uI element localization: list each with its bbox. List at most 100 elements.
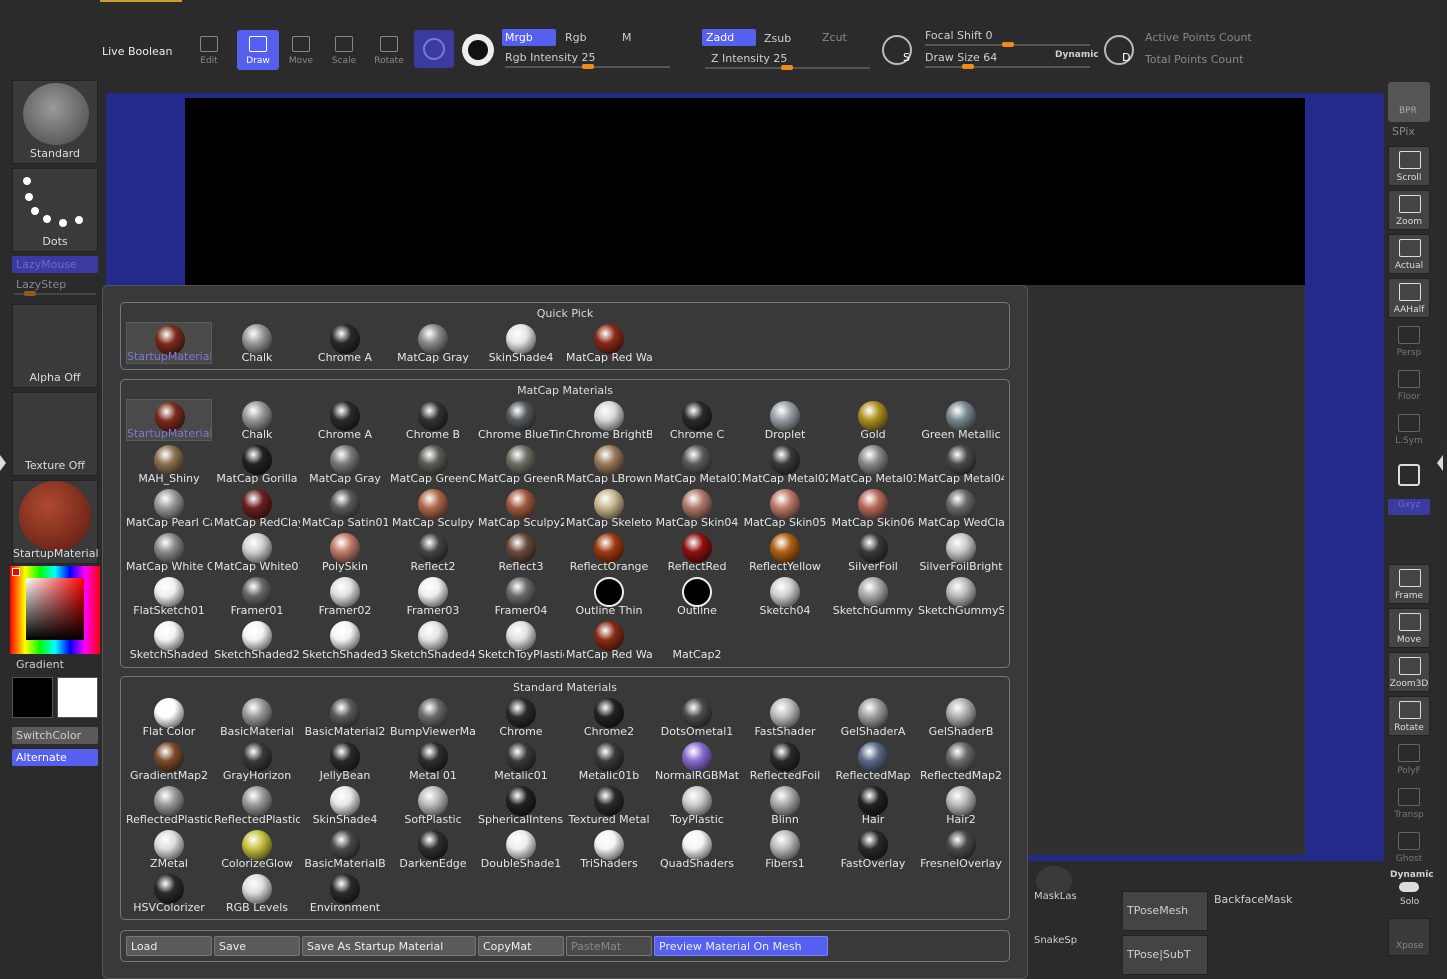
material-bumpviewermaterial[interactable]: BumpViewerMaterial (390, 696, 476, 738)
material-metalic01[interactable]: Metalic01 (478, 740, 564, 782)
material-matcap-sculpy2[interactable]: MatCap Sculpy2 (478, 487, 564, 529)
bpr-button[interactable]: BPR (1388, 82, 1430, 122)
material-matcap-skin04[interactable]: MatCap Skin04 (654, 487, 740, 529)
material-matcap-wedclay[interactable]: MatCap WedClay (918, 487, 1004, 529)
draw-size-slider[interactable] (925, 66, 1090, 68)
material-outline-thin[interactable]: Outline Thin (566, 575, 652, 617)
material-matcap2[interactable]: MatCap2 (654, 619, 740, 661)
right-zoom-button[interactable]: Zoom (1388, 190, 1430, 230)
lazystep-knob[interactable] (24, 291, 36, 296)
material-matcap-sculpy[interactable]: MatCap Sculpy (390, 487, 476, 529)
material-flatsketch01[interactable]: FlatSketch01 (126, 575, 212, 617)
tool-edit-button[interactable]: Edit (188, 30, 230, 70)
material-reflectedfoil[interactable]: ReflectedFoil (742, 740, 828, 782)
material-matcap-redclay[interactable]: MatCap RedClay (214, 487, 300, 529)
material-basicmaterialb[interactable]: BasicMaterialB (302, 828, 388, 870)
tool-move-button[interactable]: Move (280, 30, 322, 70)
texture-button[interactable]: Texture Off (12, 392, 98, 476)
dynamic-toggle[interactable]: Dynamic (1055, 50, 1099, 60)
popup-load-button[interactable]: Load (126, 936, 212, 956)
material-reflect3[interactable]: Reflect3 (478, 531, 564, 573)
material-blinn[interactable]: Blinn (742, 784, 828, 826)
material-matcap-skin05[interactable]: MatCap Skin05 (742, 487, 828, 529)
material-skinshade4[interactable]: SkinShade4 (478, 322, 564, 364)
material-hair[interactable]: Hair (830, 784, 916, 826)
material-sketchshaded2[interactable]: SketchShaded2 (214, 619, 300, 661)
material-reflectyellow[interactable]: ReflectYellow (742, 531, 828, 573)
material-chalk[interactable]: Chalk (214, 399, 300, 441)
popup-copymat-button[interactable]: CopyMat (478, 936, 564, 956)
material-polyskin[interactable]: PolySkin (302, 531, 388, 573)
material-grayhorizon[interactable]: GrayHorizon (214, 740, 300, 782)
material-reflectorange[interactable]: ReflectOrange (566, 531, 652, 573)
material-sketchgummyshade[interactable]: SketchGummyShade (918, 575, 1004, 617)
rgb-button[interactable]: Rgb (565, 31, 587, 44)
material-matcap-metal02[interactable]: MatCap Metal02 (742, 443, 828, 485)
material-sketchshaded4[interactable]: SketchShaded4 (390, 619, 476, 661)
right-rotate-button[interactable]: Rotate (1388, 696, 1430, 736)
material-skinshade4[interactable]: SkinShade4 (302, 784, 388, 826)
material-matcap-skin06[interactable]: MatCap Skin06 (830, 487, 916, 529)
right-ghost-button[interactable]: Ghost (1388, 828, 1430, 868)
material-matcap-white01[interactable]: MatCap White01 (214, 531, 300, 573)
material-framer01[interactable]: Framer01 (214, 575, 300, 617)
solo-toggle-icon[interactable] (1399, 882, 1419, 892)
stroke-button[interactable]: Dots (12, 168, 98, 252)
material-chalk[interactable]: Chalk (214, 322, 300, 364)
material-hair2[interactable]: Hair2 (918, 784, 1004, 826)
color-picker-square[interactable] (26, 578, 84, 640)
material-framer02[interactable]: Framer02 (302, 575, 388, 617)
right-tray-arrow-icon[interactable] (1437, 455, 1443, 471)
backfacemask-button[interactable]: BackfaceMask (1214, 893, 1292, 906)
material-reflectedplasticb[interactable]: ReflectedPlasticB (214, 784, 300, 826)
material-fastoverlay[interactable]: FastOverlay (830, 828, 916, 870)
material-toyplastic[interactable]: ToyPlastic (654, 784, 740, 826)
left-tray-arrow-icon[interactable] (0, 455, 6, 471)
material-reflectedmap2[interactable]: ReflectedMap2 (918, 740, 1004, 782)
material-chrome-brightb[interactable]: Chrome BrightB (566, 399, 652, 441)
brush-button[interactable]: Standard (12, 80, 98, 164)
material-matcap-red-wax[interactable]: MatCap Red Wax (566, 322, 652, 364)
right-transp-button[interactable]: Transp (1388, 784, 1430, 824)
material-gelshadera[interactable]: GelShaderA (830, 696, 916, 738)
material-flat-color[interactable]: Flat Color (126, 696, 212, 738)
material-gelshaderb[interactable]: GelShaderB (918, 696, 1004, 738)
tposemesh-button[interactable]: TPoseMesh (1122, 891, 1208, 931)
material-gold[interactable]: Gold (830, 399, 916, 441)
color-picker[interactable] (10, 566, 100, 654)
material-colorizeglow[interactable]: ColorizeGlow (214, 828, 300, 870)
material-droplet[interactable]: Droplet (742, 399, 828, 441)
material-startupmaterial[interactable]: StartupMaterial (126, 399, 212, 441)
material-quadshaders[interactable]: QuadShaders (654, 828, 740, 870)
material-chrome-c[interactable]: Chrome C (654, 399, 740, 441)
material-basicmaterial[interactable]: BasicMaterial (214, 696, 300, 738)
material-framer03[interactable]: Framer03 (390, 575, 476, 617)
material-matcap-metal01[interactable]: MatCap Metal01 (654, 443, 740, 485)
focal-shift-knob[interactable] (1002, 42, 1014, 47)
material-rgb-levels[interactable]: RGB Levels (214, 872, 300, 914)
tool-scale-button[interactable]: Scale (323, 30, 365, 70)
material-silverfoil[interactable]: SilverFoil (830, 531, 916, 573)
material-matcap-red-wax[interactable]: MatCap Red Wax (566, 619, 652, 661)
tpose-subt-button[interactable]: TPose|SubT (1122, 935, 1208, 975)
main-color-swatch[interactable] (57, 677, 98, 718)
material-matcap-metal03[interactable]: MatCap Metal03 (830, 443, 916, 485)
material-matcap-satin01[interactable]: MatCap Satin01 (302, 487, 388, 529)
material-matcap-gray[interactable]: MatCap Gray (390, 322, 476, 364)
material-matcap-lbrown[interactable]: MatCap LBrown (566, 443, 652, 485)
material-fibers1[interactable]: Fibers1 (742, 828, 828, 870)
material-chrome-bluetint[interactable]: Chrome BlueTint (478, 399, 564, 441)
perspective-sphere-button[interactable] (414, 30, 454, 68)
material-button[interactable]: StartupMaterial (12, 480, 99, 564)
material-softplastic[interactable]: SoftPlastic (390, 784, 476, 826)
material-chrome-b[interactable]: Chrome B (390, 399, 476, 441)
material-textured-metal[interactable]: Textured Metal (566, 784, 652, 826)
material-chrome[interactable]: Chrome (478, 696, 564, 738)
material-sketchtoyplastic[interactable]: SketchToyPlastic (478, 619, 564, 661)
material-metal-01[interactable]: Metal 01 (390, 740, 476, 782)
material-chrome-a[interactable]: Chrome A (302, 322, 388, 364)
material-gradientmap2[interactable]: GradientMap2 (126, 740, 212, 782)
material-chrome2[interactable]: Chrome2 (566, 696, 652, 738)
xpose-button[interactable]: Xpose (1388, 918, 1430, 956)
right-scroll-button[interactable]: Scroll (1388, 146, 1430, 186)
